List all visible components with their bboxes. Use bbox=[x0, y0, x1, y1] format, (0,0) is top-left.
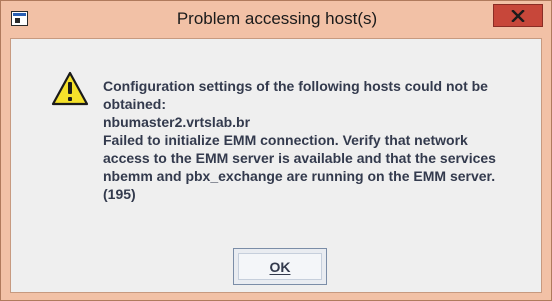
ok-button-label: OK bbox=[269, 258, 291, 275]
ok-button[interactable]: OK bbox=[233, 248, 327, 285]
error-code: (195) bbox=[103, 186, 136, 202]
message-line: nbemm and pbx_exchange are running on th… bbox=[103, 168, 496, 184]
warning-icon bbox=[51, 71, 89, 106]
message-line: Configuration settings of the following … bbox=[103, 78, 488, 94]
message-line: obtained: bbox=[103, 96, 166, 112]
title-bar[interactable]: Problem accessing host(s) bbox=[1, 1, 551, 38]
message-line: access to the EMM server is available an… bbox=[103, 150, 496, 166]
error-message: Configuration settings of the following … bbox=[103, 77, 533, 203]
dialog-window: Problem accessing host(s) Configuration … bbox=[0, 0, 552, 301]
close-icon bbox=[511, 9, 525, 22]
host-name: nbumaster2.vrtslab.br bbox=[103, 114, 251, 130]
message-line: Failed to initialize EMM connection. Ver… bbox=[103, 132, 468, 148]
window-title: Problem accessing host(s) bbox=[176, 9, 378, 28]
dialog-content: Configuration settings of the following … bbox=[10, 38, 542, 293]
close-button[interactable] bbox=[493, 4, 543, 27]
